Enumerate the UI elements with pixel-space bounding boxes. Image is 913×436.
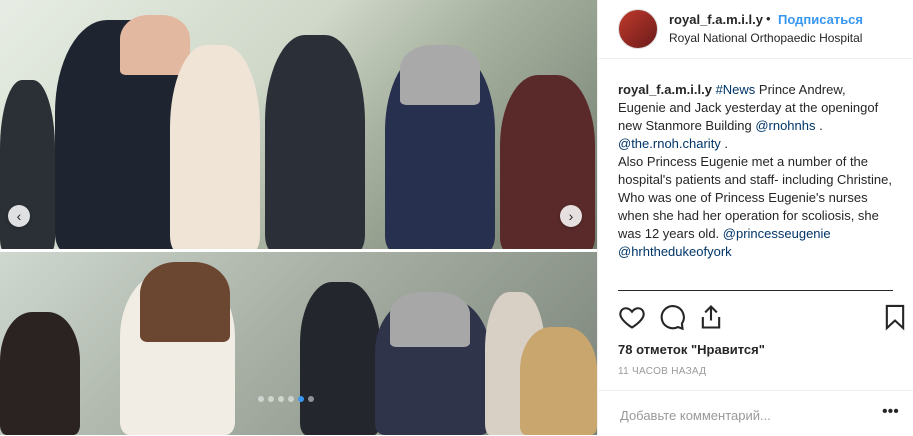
mention-link[interactable]: @rnohnhs	[755, 118, 815, 133]
person-figure	[520, 327, 597, 435]
carousel-dot	[298, 396, 304, 402]
carousel-dot	[308, 396, 314, 402]
person-hair	[390, 292, 470, 347]
instagram-post: ‹ › royal_f.a.m.i.l.y • Подписаться Roya…	[0, 0, 913, 435]
comment-bar: •••	[598, 390, 913, 436]
mention-link[interactable]: @princesseugenie	[723, 226, 831, 241]
hashtag-link[interactable]: #News	[716, 82, 756, 97]
comment-icon[interactable]	[658, 303, 686, 331]
carousel-dot	[268, 396, 274, 402]
bookmark-icon[interactable]	[881, 303, 909, 331]
post-media-carousel[interactable]: ‹ ›	[0, 0, 597, 435]
photo-top	[0, 0, 597, 252]
action-bar	[598, 303, 913, 337]
heart-icon[interactable]	[618, 303, 646, 331]
post-caption: royal_f.a.m.i.l.y #News Prince Andrew, E…	[618, 81, 893, 261]
person-figure	[170, 45, 260, 252]
caption-username[interactable]: royal_f.a.m.i.l.y	[618, 82, 712, 97]
person-hair	[400, 45, 480, 105]
post-side-panel: royal_f.a.m.i.l.y • Подписаться Royal Na…	[597, 0, 913, 435]
carousel-dot	[278, 396, 284, 402]
person-hair	[140, 262, 230, 342]
separator-dot: •	[766, 11, 771, 26]
person-figure	[0, 312, 80, 435]
location-link[interactable]: Royal National Orthopaedic Hospital	[669, 31, 862, 45]
caption-text: .	[720, 136, 729, 151]
chevron-right-icon[interactable]: ›	[560, 205, 582, 227]
carousel-dot	[258, 396, 264, 402]
caption-text: .	[815, 118, 823, 133]
photo-bottom	[0, 252, 597, 435]
caption-rule	[618, 290, 893, 291]
username-link[interactable]: royal_f.a.m.i.l.y	[669, 12, 763, 27]
post-timestamp[interactable]: 11 ЧАСОВ НАЗАД	[618, 366, 706, 377]
person-face	[120, 15, 190, 75]
mention-link[interactable]: @hrhtheduke​ofyork	[618, 244, 732, 259]
follow-button[interactable]: Подписаться	[778, 12, 863, 27]
ellipsis-icon[interactable]: •••	[882, 403, 899, 421]
carousel-dot	[288, 396, 294, 402]
post-header: royal_f.a.m.i.l.y • Подписаться Royal Na…	[598, 0, 913, 59]
mention-link[interactable]: @the.rnoh.charity	[618, 136, 721, 151]
likes-count[interactable]: 78 отметок "Нравится"	[618, 342, 765, 357]
share-icon[interactable]	[697, 303, 725, 331]
chevron-left-icon[interactable]: ‹	[8, 205, 30, 227]
person-figure	[0, 80, 55, 252]
comment-input[interactable]	[618, 403, 862, 427]
person-figure	[500, 75, 595, 252]
avatar[interactable]	[618, 9, 658, 49]
person-figure	[300, 282, 380, 435]
carousel-indicator	[258, 396, 314, 402]
person-figure	[265, 35, 365, 252]
